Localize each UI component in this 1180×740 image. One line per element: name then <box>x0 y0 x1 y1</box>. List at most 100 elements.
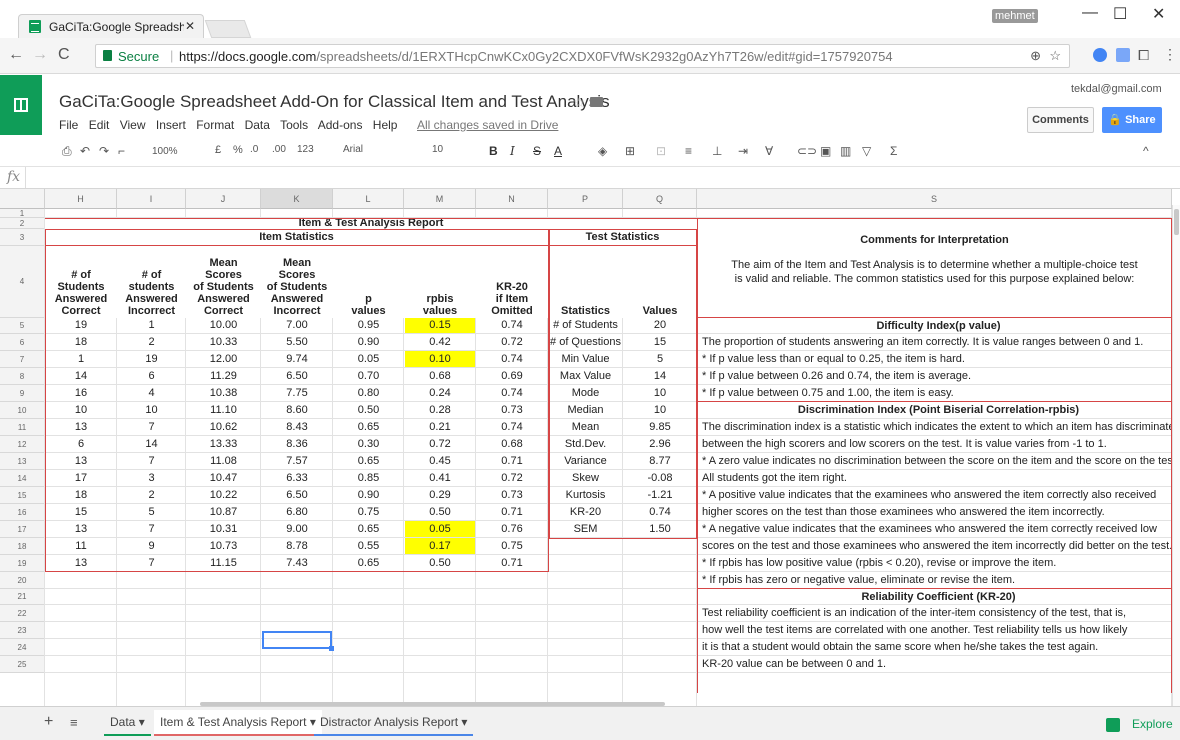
row-header[interactable]: 2 <box>0 218 45 229</box>
row-header[interactable]: 25 <box>0 656 45 673</box>
row-header[interactable]: 17 <box>0 521 45 538</box>
close-tab-icon[interactable]: ✕ <box>185 19 195 33</box>
chart-icon[interactable]: ▥ <box>840 144 851 158</box>
column-header[interactable]: L <box>333 189 404 209</box>
close-window-icon[interactable]: ✕ <box>1152 4 1165 24</box>
bold-button[interactable]: B <box>489 144 498 158</box>
text-rotate-icon[interactable]: ∀ <box>765 144 773 158</box>
column-header[interactable]: J <box>186 189 261 209</box>
column-header[interactable]: S <box>697 189 1172 209</box>
row-header[interactable]: 22 <box>0 605 45 622</box>
column-header[interactable]: I <box>117 189 186 209</box>
add-sheet-icon[interactable]: + <box>44 713 53 731</box>
paint-format-icon[interactable]: ⌐ <box>118 144 125 158</box>
increase-decimal-button[interactable]: .00 <box>272 144 286 155</box>
explore-icon[interactable] <box>1106 718 1120 732</box>
browser-menu-icon[interactable]: ⋮ <box>1163 46 1177 63</box>
row-header[interactable]: 6 <box>0 334 45 351</box>
menu-addons[interactable]: Add-ons <box>318 118 363 132</box>
browser-tab[interactable]: GaCiTa:Google Spreadsh ✕ <box>18 14 204 38</box>
row-header[interactable]: 12 <box>0 436 45 453</box>
share-button[interactable]: 🔒 Share <box>1102 107 1162 133</box>
column-header[interactable]: K <box>261 189 333 209</box>
zoom-icon[interactable]: ⊕ <box>1030 48 1041 64</box>
menu-view[interactable]: View <box>120 118 146 132</box>
extension-icon[interactable] <box>1093 48 1107 62</box>
folder-icon[interactable] <box>590 97 603 107</box>
zoom-select[interactable]: 100% <box>152 146 178 157</box>
align-icon[interactable]: ≡ <box>685 144 692 158</box>
reload-icon[interactable]: C <box>58 46 70 64</box>
comment-icon[interactable]: ▣ <box>820 144 831 158</box>
menu-format[interactable]: Format <box>196 118 234 132</box>
row-header[interactable]: 7 <box>0 351 45 368</box>
minimize-icon[interactable]: — <box>1082 4 1098 22</box>
text-wrap-icon[interactable]: ⇥ <box>738 144 748 158</box>
star-icon[interactable]: ☆ <box>573 94 586 111</box>
column-header[interactable]: M <box>404 189 476 209</box>
row-header[interactable]: 24 <box>0 639 45 656</box>
font-select[interactable]: Arial <box>343 144 363 155</box>
row-header[interactable]: 16 <box>0 504 45 521</box>
more-formats-button[interactable]: 123 <box>297 144 314 155</box>
row-header[interactable]: 11 <box>0 419 45 436</box>
forward-icon[interactable]: → <box>32 46 48 64</box>
row-header[interactable]: 20 <box>0 572 45 589</box>
strikethrough-button[interactable]: S <box>533 144 541 158</box>
menu-help[interactable]: Help <box>373 118 398 132</box>
spreadsheet-grid[interactable]: H I J K L M N P Q S 1 2 3 4 5 6 7 8 9 10 11 12 13 14 1… <box>0 189 1180 706</box>
vertical-scroll-thumb[interactable] <box>1174 209 1179 235</box>
explore-button[interactable]: Explore <box>1132 717 1173 731</box>
save-status[interactable]: All changes saved in Drive <box>417 118 558 132</box>
selected-cell[interactable] <box>262 631 334 651</box>
sheet-tab-distractor-analysis-report[interactable]: Distractor Analysis Report ▾ <box>314 710 474 736</box>
url-input[interactable]: Secure | https://docs.google.com/spreads… <box>95 44 1070 68</box>
row-header[interactable]: 5 <box>0 318 45 334</box>
account-email[interactable]: tekdal@gmail.com <box>1071 83 1162 95</box>
row-header[interactable]: 4 <box>0 246 45 318</box>
row-header[interactable]: 8 <box>0 368 45 385</box>
text-color-button[interactable]: A <box>554 144 562 158</box>
fill-color-icon[interactable]: ◈ <box>598 144 607 158</box>
vertical-align-icon[interactable]: ⊥ <box>712 144 722 158</box>
select-all-corner[interactable] <box>0 189 45 209</box>
row-header[interactable]: 23 <box>0 622 45 639</box>
back-icon[interactable]: ← <box>8 46 24 64</box>
comments-button[interactable]: Comments <box>1027 107 1094 133</box>
decrease-decimal-button[interactable]: .0 <box>250 144 258 155</box>
cast-icon[interactable]: ⧠ <box>1138 47 1149 64</box>
formula-bar[interactable]: fx <box>0 167 1180 189</box>
undo-icon[interactable]: ↶ <box>80 144 90 158</box>
functions-icon[interactable]: Σ <box>890 144 897 158</box>
extension-2-icon[interactable] <box>1116 48 1130 62</box>
menu-data[interactable]: Data <box>245 118 270 132</box>
row-header[interactable]: 21 <box>0 589 45 605</box>
font-size-select[interactable]: 10 <box>432 144 443 155</box>
vertical-scrollbar[interactable] <box>1172 205 1180 706</box>
row-header[interactable]: 1 <box>0 209 45 218</box>
maximize-icon[interactable]: ☐ <box>1113 4 1127 24</box>
column-header[interactable]: N <box>476 189 548 209</box>
filter-icon[interactable]: ▽ <box>862 144 871 158</box>
row-header[interactable]: 18 <box>0 538 45 555</box>
menu-file[interactable]: File <box>59 118 78 132</box>
menu-tools[interactable]: Tools <box>280 118 308 132</box>
sheet-tab-item-test-analysis-report[interactable]: Item & Test Analysis Report ▾ <box>154 710 322 736</box>
currency-button[interactable]: £ <box>215 144 221 156</box>
row-header[interactable]: 3 <box>0 229 45 246</box>
row-header[interactable]: 14 <box>0 470 45 487</box>
menu-edit[interactable]: Edit <box>89 118 110 132</box>
row-header[interactable]: 15 <box>0 487 45 504</box>
row-header[interactable]: 9 <box>0 385 45 402</box>
column-header[interactable]: P <box>548 189 623 209</box>
percent-button[interactable]: % <box>233 144 243 156</box>
redo-icon[interactable]: ↷ <box>99 144 109 158</box>
collapse-toolbar-icon[interactable]: ^ <box>1143 144 1149 158</box>
sheet-tab-data[interactable]: Data ▾ <box>104 710 151 736</box>
borders-icon[interactable]: ⊞ <box>625 144 635 158</box>
row-header[interactable]: 19 <box>0 555 45 572</box>
profile-name[interactable]: mehmet <box>992 9 1038 23</box>
all-sheets-icon[interactable]: ≡ <box>70 715 78 730</box>
row-header[interactable]: 10 <box>0 402 45 419</box>
italic-button[interactable]: I <box>510 144 515 158</box>
